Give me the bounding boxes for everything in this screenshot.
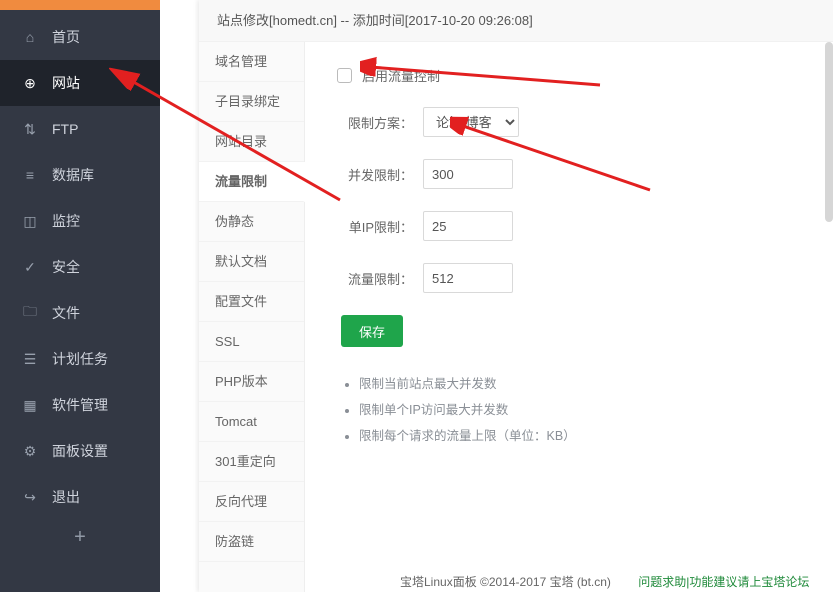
save-button[interactable]: 保存 [341, 315, 403, 347]
tab-hotlink[interactable]: 防盗链 [199, 522, 304, 562]
sidebar-item-label: 网站 [52, 73, 80, 93]
tab-defaultdoc[interactable]: 默认文档 [199, 242, 304, 282]
perip-label: 单IP限制： [341, 217, 413, 236]
sidebar-add-button[interactable]: + [0, 520, 160, 555]
modal-content: 启用流量控制 限制方案： 论坛/博客 并发限制： 单IP限制： 流量限制： 保存… [305, 42, 833, 592]
footer: 宝塔Linux面板 ©2014-2017 宝塔 (bt.cn) 问题求助|功能建… [400, 573, 809, 590]
sidebar-item-label: 文件 [52, 303, 80, 323]
tab-ssl[interactable]: SSL [199, 322, 304, 362]
sidebar-item-label: 面板设置 [52, 441, 108, 461]
traffic-input[interactable] [423, 263, 513, 293]
globe-icon: ⊕ [22, 75, 38, 91]
database-icon: ≡ [22, 167, 38, 183]
tab-tomcat[interactable]: Tomcat [199, 402, 304, 442]
tab-subdir[interactable]: 子目录绑定 [199, 82, 304, 122]
sidebar-item-logout[interactable]: ↪ 退出 [0, 474, 160, 520]
sidebar-item-label: 数据库 [52, 165, 94, 185]
tab-domain[interactable]: 域名管理 [199, 42, 304, 82]
monitor-icon: ◫ [22, 213, 38, 229]
traffic-label: 流量限制： [341, 269, 413, 288]
sidebar-item-label: 安全 [52, 257, 80, 277]
gear-icon: ⚙ [22, 443, 38, 459]
perip-input[interactable] [423, 211, 513, 241]
row-enable: 启用流量控制 [337, 66, 833, 85]
footer-copyright: 宝塔Linux面板 ©2014-2017 宝塔 (bt.cn) [400, 575, 611, 589]
enable-ratelimit-label: 启用流量控制 [362, 66, 440, 85]
concurrency-input[interactable] [423, 159, 513, 189]
scheme-label: 限制方案： [341, 113, 413, 132]
row-traffic: 流量限制： [341, 263, 833, 293]
app-sidebar: ⌂ 首页 ⊕ 网站 ⇅ FTP ≡ 数据库 ◫ 监控 ✓ 安全 🗀 文件 ☰ 计… [0, 0, 160, 592]
hint-item: 限制当前站点最大并发数 [359, 371, 833, 397]
sidebar-item-settings[interactable]: ⚙ 面板设置 [0, 428, 160, 474]
topbar-accent [0, 0, 160, 10]
sidebar-item-label: FTP [52, 121, 78, 137]
row-save: 保存 [341, 315, 833, 347]
sidebar-item-label: 计划任务 [52, 349, 108, 369]
hint-item: 限制每个请求的流量上限（单位：KB） [359, 423, 833, 449]
row-scheme: 限制方案： 论坛/博客 [341, 107, 833, 137]
sidebar-item-security[interactable]: ✓ 安全 [0, 244, 160, 290]
grid-icon: ▦ [22, 397, 38, 413]
footer-link[interactable]: 问题求助|功能建议请上宝塔论坛 [638, 575, 809, 589]
sidebar-item-software[interactable]: ▦ 软件管理 [0, 382, 160, 428]
tab-phpver[interactable]: PHP版本 [199, 362, 304, 402]
tab-rewrite[interactable]: 伪静态 [199, 202, 304, 242]
tab-301[interactable]: 301重定向 [199, 442, 304, 482]
sidebar-item-label: 软件管理 [52, 395, 108, 415]
row-perip: 单IP限制： [341, 211, 833, 241]
tab-reverseproxy[interactable]: 反向代理 [199, 482, 304, 522]
scheme-select[interactable]: 论坛/博客 [423, 107, 519, 137]
sidebar-item-website[interactable]: ⊕ 网站 [0, 60, 160, 106]
sidebar-item-label: 监控 [52, 211, 80, 231]
tab-sitedir[interactable]: 网站目录 [199, 122, 304, 162]
sidebar-item-label: 首页 [52, 27, 80, 47]
sidebar-item-home[interactable]: ⌂ 首页 [0, 14, 160, 60]
hint-item: 限制单个IP访问最大并发数 [359, 397, 833, 423]
tab-config[interactable]: 配置文件 [199, 282, 304, 322]
sidebar-item-files[interactable]: 🗀 文件 [0, 290, 160, 336]
list-icon: ☰ [22, 351, 38, 367]
sidebar-item-label: 退出 [52, 487, 80, 507]
sidebar-item-ftp[interactable]: ⇅ FTP [0, 106, 160, 152]
shield-icon: ✓ [22, 259, 38, 275]
concurrency-label: 并发限制： [341, 165, 413, 184]
ftp-icon: ⇅ [22, 121, 38, 137]
tab-ratelimit[interactable]: 流量限制 [199, 162, 305, 202]
site-edit-modal: 站点修改[homedt.cn] -- 添加时间[2017-10-20 09:26… [199, 0, 833, 592]
logout-icon: ↪ [22, 489, 38, 505]
hint-list: 限制当前站点最大并发数 限制单个IP访问最大并发数 限制每个请求的流量上限（单位… [341, 371, 833, 449]
folder-icon: 🗀 [22, 305, 38, 321]
home-icon: ⌂ [22, 29, 38, 45]
sidebar-item-cron[interactable]: ☰ 计划任务 [0, 336, 160, 382]
enable-ratelimit-checkbox[interactable] [337, 68, 352, 83]
sidebar-item-monitor[interactable]: ◫ 监控 [0, 198, 160, 244]
modal-tabs: 域名管理 子目录绑定 网站目录 流量限制 伪静态 默认文档 配置文件 SSL P… [199, 42, 305, 592]
modal-title: 站点修改[homedt.cn] -- 添加时间[2017-10-20 09:26… [199, 0, 833, 42]
row-concurrency: 并发限制： [341, 159, 833, 189]
sidebar-item-database[interactable]: ≡ 数据库 [0, 152, 160, 198]
